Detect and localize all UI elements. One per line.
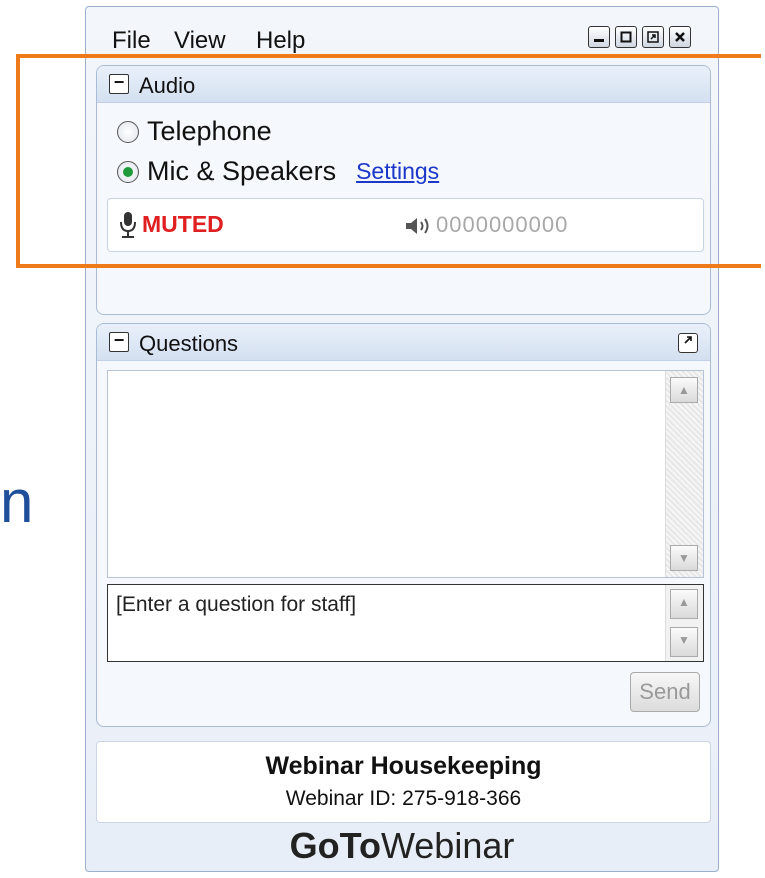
menu-bar: File View Help <box>86 7 718 63</box>
menu-help[interactable]: Help <box>256 27 305 55</box>
webinar-id: Webinar ID: 275-918-366 <box>285 787 522 810</box>
question-input[interactable]: [Enter a question for staff] ▲ ▼ <box>107 584 704 662</box>
microphone-icon <box>120 212 136 238</box>
webinar-info: Webinar Housekeeping Webinar ID: 275-918… <box>96 741 711 823</box>
gotowebinar-control-panel: File View Help − Audio Telephone Mic & S… <box>85 6 719 872</box>
maximize-glyph <box>620 31 632 43</box>
menu-file[interactable]: File <box>112 27 151 55</box>
question-input-placeholder: [Enter a question for staff] <box>116 593 357 616</box>
maximize-icon[interactable] <box>615 26 637 48</box>
audio-panel: − Audio Telephone Mic & Speakers Setting… <box>96 65 711 315</box>
brand-regular: Webinar <box>380 825 515 866</box>
audio-panel-header: − Audio <box>97 66 710 103</box>
minimize-glyph <box>594 39 604 42</box>
audio-level-meter: 0000000000 <box>436 212 569 237</box>
gotowebinar-logo: GoToWebinar <box>86 825 718 871</box>
telephone-label: Telephone <box>147 116 272 146</box>
popout-questions-icon[interactable] <box>678 333 698 353</box>
minimize-icon[interactable] <box>588 26 610 48</box>
telephone-radio[interactable] <box>117 120 139 143</box>
webinar-title: Webinar Housekeeping <box>265 752 542 780</box>
questions-log[interactable]: ▲ ▼ <box>107 370 704 578</box>
mic-speakers-option[interactable]: Mic & Speakers Settings <box>117 156 439 187</box>
muted-status: MUTED <box>142 211 224 237</box>
telephone-option[interactable]: Telephone <box>117 116 272 147</box>
close-icon[interactable] <box>669 26 691 48</box>
brand-bold: GoTo <box>289 825 381 866</box>
menu-view[interactable]: View <box>174 27 226 55</box>
close-glyph <box>675 32 685 42</box>
questions-panel: − Questions ▲ ▼ [Enter a question for st… <box>96 323 711 727</box>
audio-settings-link[interactable]: Settings <box>356 158 439 185</box>
input-scroll-down-icon[interactable]: ▼ <box>670 627 698 657</box>
send-button[interactable]: Send <box>630 672 700 712</box>
questions-log-scrollbar[interactable]: ▲ ▼ <box>665 371 703 577</box>
scroll-down-icon[interactable]: ▼ <box>670 545 698 571</box>
mic-speakers-radio[interactable] <box>117 160 139 183</box>
restore-glyph <box>647 31 659 43</box>
audio-status-bar: MUTED 0000000000 <box>107 198 704 252</box>
audio-panel-title: Audio <box>139 73 196 98</box>
restore-icon[interactable] <box>642 26 664 48</box>
speaker-icon <box>406 218 429 234</box>
popout-glyph <box>684 336 692 344</box>
questions-panel-header: − Questions <box>97 324 710 361</box>
scroll-up-icon[interactable]: ▲ <box>670 377 698 403</box>
mic-speakers-label: Mic & Speakers <box>147 156 337 186</box>
question-input-scrollbar[interactable]: ▲ ▼ <box>665 585 703 661</box>
questions-panel-title: Questions <box>139 331 239 356</box>
collapse-questions-icon[interactable]: − <box>109 331 129 352</box>
input-scroll-up-icon[interactable]: ▲ <box>670 589 698 619</box>
background-text-fragment: n <box>0 472 30 532</box>
collapse-audio-icon[interactable]: − <box>109 73 129 94</box>
